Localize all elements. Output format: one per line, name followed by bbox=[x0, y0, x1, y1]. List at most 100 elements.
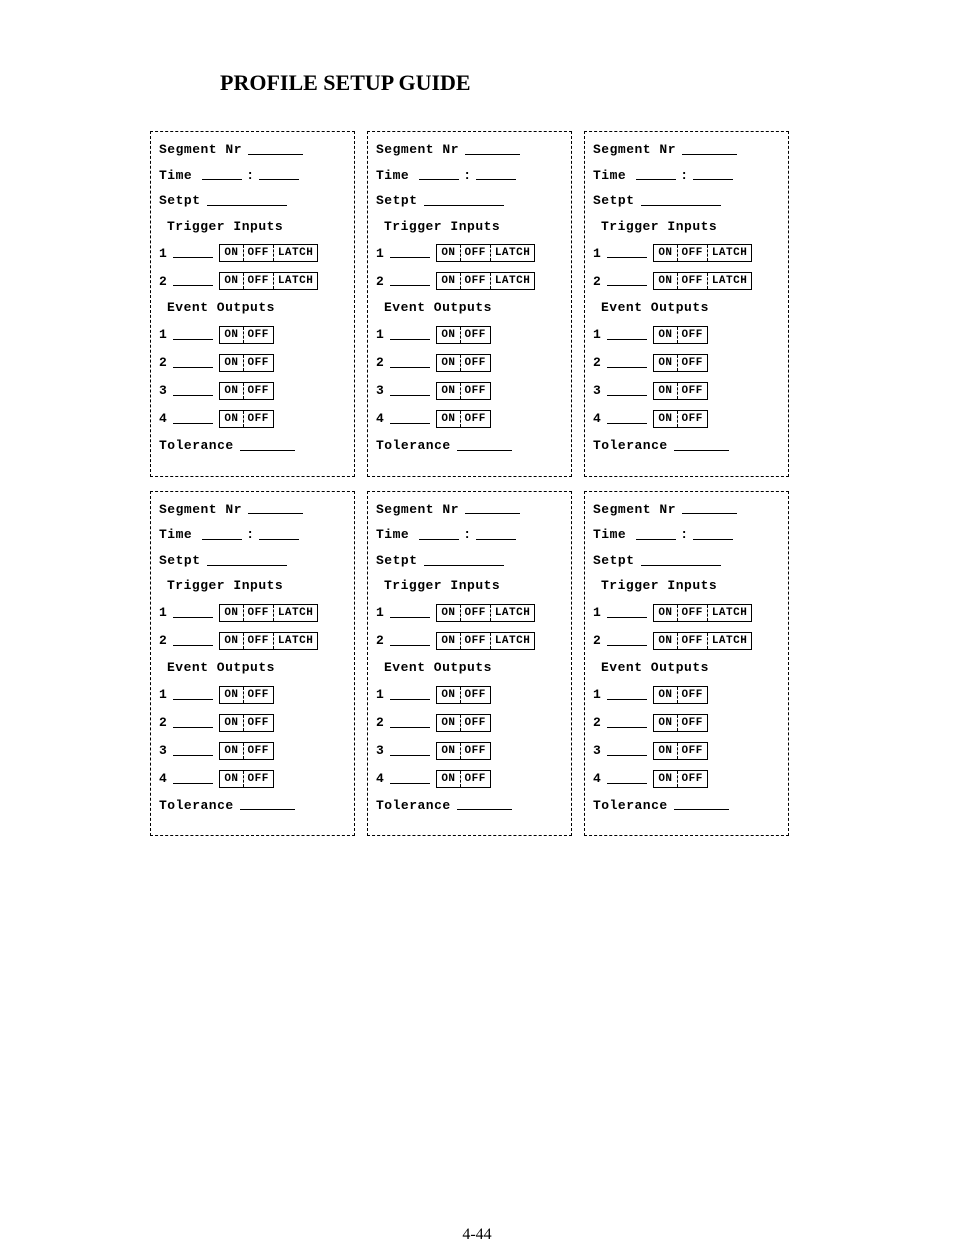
toggle-on[interactable]: ON bbox=[437, 355, 459, 371]
toggle-on[interactable]: ON bbox=[220, 327, 242, 343]
event-blank-4[interactable] bbox=[390, 414, 430, 424]
toggle-off[interactable]: OFF bbox=[244, 411, 273, 427]
event-blank-2[interactable] bbox=[390, 358, 430, 368]
trigger-toggle-1[interactable]: ON OFF LATCH bbox=[219, 244, 318, 262]
event-toggle-1[interactable]: ONOFF bbox=[436, 686, 491, 704]
toggle-on[interactable]: ON bbox=[654, 327, 676, 343]
event-toggle-2[interactable]: ONOFF bbox=[436, 354, 491, 372]
toggle-off[interactable]: OFF bbox=[678, 687, 707, 703]
segment-nr-blank[interactable] bbox=[682, 145, 737, 155]
event-toggle-1[interactable]: ON OFF bbox=[219, 326, 274, 344]
toggle-off[interactable]: OFF bbox=[244, 715, 273, 731]
event-blank-1[interactable] bbox=[607, 689, 647, 699]
event-toggle-4[interactable]: ONOFF bbox=[436, 410, 491, 428]
event-toggle-2[interactable]: ONOFF bbox=[653, 714, 708, 732]
toggle-latch[interactable]: LATCH bbox=[274, 245, 318, 261]
tolerance-blank[interactable] bbox=[240, 800, 295, 810]
toggle-on[interactable]: ON bbox=[654, 633, 676, 649]
setpt-blank[interactable] bbox=[207, 556, 287, 566]
time-blank-1[interactable] bbox=[636, 170, 676, 180]
toggle-on[interactable]: ON bbox=[654, 355, 676, 371]
event-toggle-1[interactable]: ONOFF bbox=[219, 686, 274, 704]
event-toggle-4[interactable]: ONOFF bbox=[436, 770, 491, 788]
event-blank-4[interactable] bbox=[607, 414, 647, 424]
tolerance-blank[interactable] bbox=[240, 441, 295, 451]
toggle-on[interactable]: ON bbox=[437, 411, 459, 427]
toggle-on[interactable]: ON bbox=[654, 605, 676, 621]
event-toggle-3[interactable]: ON OFF bbox=[219, 382, 274, 400]
toggle-on[interactable]: ON bbox=[437, 273, 459, 289]
event-toggle-3[interactable]: ONOFF bbox=[653, 742, 708, 760]
event-toggle-2[interactable]: ONOFF bbox=[436, 714, 491, 732]
setpt-blank[interactable] bbox=[207, 196, 287, 206]
event-blank-3[interactable] bbox=[173, 745, 213, 755]
event-blank-3[interactable] bbox=[390, 745, 430, 755]
tolerance-blank[interactable] bbox=[457, 441, 512, 451]
toggle-on[interactable]: ON bbox=[654, 715, 676, 731]
toggle-latch[interactable]: LATCH bbox=[274, 633, 318, 649]
event-toggle-4[interactable]: ONOFF bbox=[219, 770, 274, 788]
toggle-on[interactable]: ON bbox=[220, 245, 242, 261]
event-blank-3[interactable] bbox=[390, 386, 430, 396]
toggle-latch[interactable]: LATCH bbox=[274, 273, 318, 289]
toggle-on[interactable]: ON bbox=[220, 743, 242, 759]
toggle-latch[interactable]: LATCH bbox=[491, 605, 535, 621]
event-blank-2[interactable] bbox=[607, 358, 647, 368]
time-blank-2[interactable] bbox=[476, 530, 516, 540]
toggle-off[interactable]: OFF bbox=[461, 771, 490, 787]
toggle-latch[interactable]: LATCH bbox=[491, 273, 535, 289]
tolerance-blank[interactable] bbox=[674, 800, 729, 810]
segment-nr-blank[interactable] bbox=[248, 145, 303, 155]
toggle-off[interactable]: OFF bbox=[244, 771, 273, 787]
toggle-on[interactable]: ON bbox=[654, 273, 676, 289]
toggle-latch[interactable]: LATCH bbox=[491, 245, 535, 261]
event-toggle-3[interactable]: ONOFF bbox=[219, 742, 274, 760]
event-toggle-3[interactable]: ONOFF bbox=[653, 382, 708, 400]
setpt-blank[interactable] bbox=[641, 196, 721, 206]
trigger-toggle-2[interactable]: ONOFFLATCH bbox=[653, 632, 752, 650]
toggle-on[interactable]: ON bbox=[220, 687, 242, 703]
event-blank-1[interactable] bbox=[173, 689, 213, 699]
toggle-on[interactable]: ON bbox=[437, 743, 459, 759]
trigger-blank-1[interactable] bbox=[173, 248, 213, 258]
trigger-blank-2[interactable] bbox=[390, 276, 430, 286]
toggle-off[interactable]: OFF bbox=[244, 743, 273, 759]
time-blank-1[interactable] bbox=[202, 530, 242, 540]
toggle-on[interactable]: ON bbox=[437, 327, 459, 343]
trigger-blank-2[interactable] bbox=[607, 636, 647, 646]
trigger-blank-1[interactable] bbox=[390, 608, 430, 618]
segment-nr-blank[interactable] bbox=[248, 504, 303, 514]
trigger-blank-1[interactable] bbox=[390, 248, 430, 258]
toggle-on[interactable]: ON bbox=[220, 715, 242, 731]
trigger-toggle-2[interactable]: ONOFFLATCH bbox=[436, 632, 535, 650]
toggle-off[interactable]: OFF bbox=[461, 411, 490, 427]
toggle-on[interactable]: ON bbox=[654, 771, 676, 787]
toggle-on[interactable]: ON bbox=[220, 273, 242, 289]
event-blank-2[interactable] bbox=[390, 717, 430, 727]
event-toggle-2[interactable]: ONOFF bbox=[653, 354, 708, 372]
time-blank-2[interactable] bbox=[259, 170, 299, 180]
trigger-toggle-1[interactable]: ONOFFLATCH bbox=[436, 244, 535, 262]
event-blank-4[interactable] bbox=[173, 414, 213, 424]
toggle-off[interactable]: OFF bbox=[461, 383, 490, 399]
toggle-off[interactable]: OFF bbox=[678, 743, 707, 759]
setpt-blank[interactable] bbox=[641, 556, 721, 566]
toggle-off[interactable]: OFF bbox=[678, 633, 707, 649]
time-blank-2[interactable] bbox=[693, 530, 733, 540]
event-blank-2[interactable] bbox=[607, 717, 647, 727]
segment-nr-blank[interactable] bbox=[465, 504, 520, 514]
toggle-on[interactable]: ON bbox=[220, 633, 242, 649]
toggle-off[interactable]: OFF bbox=[244, 633, 273, 649]
toggle-off[interactable]: OFF bbox=[678, 715, 707, 731]
toggle-on[interactable]: ON bbox=[220, 771, 242, 787]
event-blank-3[interactable] bbox=[607, 386, 647, 396]
toggle-on[interactable]: ON bbox=[437, 771, 459, 787]
trigger-toggle-1[interactable]: ONOFFLATCH bbox=[653, 604, 752, 622]
event-toggle-3[interactable]: ONOFF bbox=[436, 382, 491, 400]
trigger-blank-1[interactable] bbox=[173, 608, 213, 618]
toggle-off[interactable]: OFF bbox=[244, 245, 273, 261]
toggle-off[interactable]: OFF bbox=[461, 245, 490, 261]
time-blank-2[interactable] bbox=[693, 170, 733, 180]
time-blank-1[interactable] bbox=[419, 530, 459, 540]
event-toggle-4[interactable]: ONOFF bbox=[653, 410, 708, 428]
